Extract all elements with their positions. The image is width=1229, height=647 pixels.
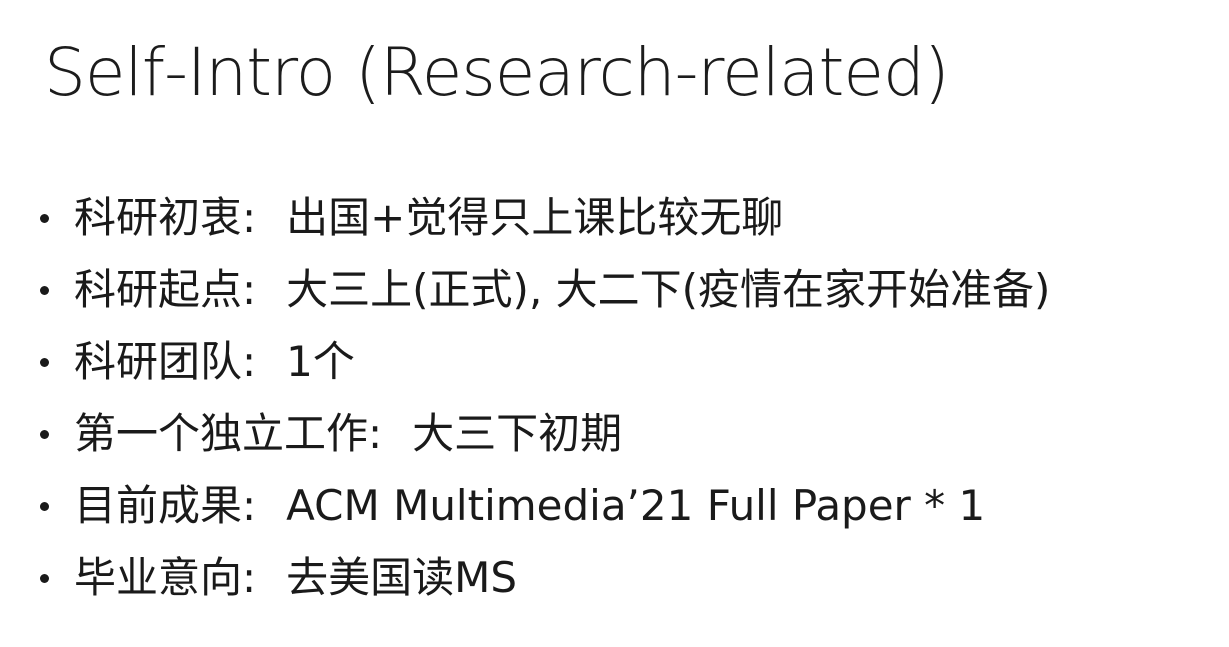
bullet-label: 科研团队 bbox=[74, 337, 243, 386]
bullet-dot-icon bbox=[40, 429, 49, 439]
bullet-item-current-results: 目前成果 : ACM Multimedia’21 Full Paper * 1 bbox=[40, 470, 1050, 542]
bullet-separator: : bbox=[242, 337, 257, 386]
bullet-label: 毕业意向 bbox=[74, 553, 243, 602]
bullet-value: 1个 bbox=[286, 337, 355, 386]
bullet-separator: : bbox=[242, 481, 257, 530]
bullet-item-research-motivation: 科研初衷 : 出国+觉得只上课比较无聊 bbox=[40, 182, 1050, 254]
bullet-item-graduation-plan: 毕业意向 : 去美国读MS bbox=[40, 542, 1050, 614]
bullet-label: 科研初衷 bbox=[74, 193, 243, 242]
bullet-value: 大三上(正式), 大二下(疫情在家开始准备) bbox=[286, 265, 1051, 314]
bullet-item-research-team: 科研团队 : 1个 bbox=[40, 326, 1050, 398]
bullet-label: 科研起点 bbox=[74, 265, 243, 314]
bullet-value: 大三下初期 bbox=[412, 409, 623, 458]
bullet-value: 去美国读MS bbox=[286, 553, 518, 602]
bullet-separator: : bbox=[242, 553, 257, 602]
bullet-label: 目前成果 bbox=[74, 481, 243, 530]
bullet-value: 出国+觉得只上课比较无聊 bbox=[286, 193, 784, 242]
bullet-label: 第一个独立工作 bbox=[74, 409, 369, 458]
bullet-dot-icon bbox=[40, 285, 49, 295]
bullet-separator: : bbox=[368, 409, 383, 458]
bullet-separator: : bbox=[242, 265, 257, 314]
bullet-value: ACM Multimedia’21 Full Paper * 1 bbox=[286, 481, 986, 530]
bullet-dot-icon bbox=[40, 357, 49, 367]
bullet-separator: : bbox=[242, 193, 257, 242]
bullet-item-research-start: 科研起点 : 大三上(正式), 大二下(疫情在家开始准备) bbox=[40, 254, 1050, 326]
slide: Self-Intro (Research-related) 科研初衷 : 出国+… bbox=[0, 0, 1229, 647]
bullet-dot-icon bbox=[40, 213, 49, 223]
bullet-dot-icon bbox=[40, 501, 49, 511]
bullet-list: 科研初衷 : 出国+觉得只上课比较无聊 科研起点 : 大三上(正式), 大二下(… bbox=[40, 182, 1050, 614]
bullet-item-first-independent-work: 第一个独立工作 : 大三下初期 bbox=[40, 398, 1050, 470]
bullet-dot-icon bbox=[40, 573, 49, 583]
slide-title: Self-Intro (Research-related) bbox=[44, 34, 950, 111]
